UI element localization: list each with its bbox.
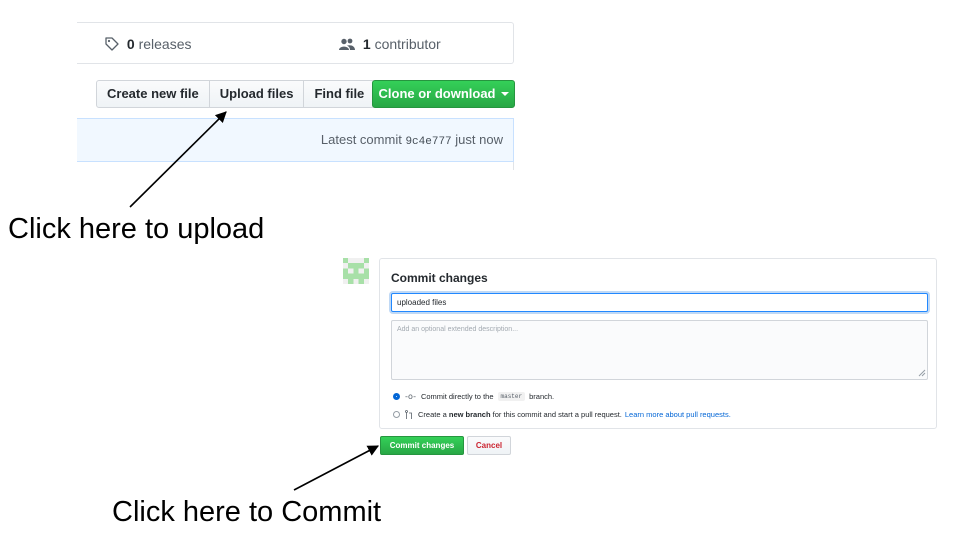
learn-more-link[interactable]: Learn more about pull requests. [625, 410, 731, 419]
contributors-link[interactable]: 1 contributor [339, 23, 441, 65]
releases-label: releases [138, 36, 192, 52]
upload-files-button[interactable]: Upload files [209, 80, 305, 108]
repo-stats-bar: 0 releases 1 contributor [77, 22, 514, 64]
new-branch-option[interactable]: Create a new branch for this commit and … [393, 408, 731, 420]
clone-or-download-label: Clone or download [378, 86, 496, 101]
people-icon [339, 38, 355, 50]
commit-instruction-caption: Click here to Commit [112, 496, 382, 528]
contributors-label: contributor [374, 36, 441, 52]
branch-name: master [497, 391, 526, 401]
commit-summary-input[interactable] [391, 293, 928, 312]
file-actions-group: Create new file Upload files Find file [96, 80, 376, 108]
commit-sha-link[interactable]: 9c4e777 [405, 136, 451, 148]
commit-direct-radio[interactable] [393, 392, 400, 400]
new-branch-radio[interactable] [393, 410, 400, 418]
file-list-edge [77, 162, 514, 170]
clone-or-download-button[interactable]: Clone or download [372, 80, 515, 108]
contributors-count: 1 [362, 36, 371, 52]
create-new-file-button[interactable]: Create new file [96, 80, 210, 108]
commit-changes-button[interactable]: Commit changes [380, 436, 464, 455]
commit-icon: -o- [405, 391, 416, 401]
latest-commit-prefix: Latest commit [320, 132, 402, 147]
tag-icon [105, 37, 119, 51]
releases-count: 0 [126, 36, 135, 52]
commit-arrow [293, 445, 379, 491]
releases-link[interactable]: 0 releases [105, 23, 192, 65]
new-branch-bold: new branch [448, 409, 491, 419]
latest-commit-time: just now [455, 132, 503, 147]
resize-grip-icon[interactable] [918, 369, 926, 377]
new-branch-prefix: Create a [418, 409, 447, 419]
avatar [343, 258, 369, 284]
commit-direct-option[interactable]: -o- Commit directly to the master branch… [393, 390, 554, 402]
commit-changes-form: Commit changes -o- Commit directly to th… [379, 258, 937, 429]
new-branch-suffix: for this commit and start a pull request… [492, 409, 622, 419]
pull-request-icon [405, 409, 412, 419]
latest-commit-bar: Latest commit 9c4e777 just now [77, 118, 514, 162]
upload-instruction-caption: Click here to upload [8, 213, 265, 245]
commit-direct-prefix: Commit directly to the [420, 391, 494, 401]
cancel-button[interactable]: Cancel [467, 436, 511, 455]
commit-description-textarea[interactable] [391, 320, 928, 380]
find-file-button[interactable]: Find file [304, 80, 376, 108]
commit-form-title: Commit changes [391, 271, 488, 285]
commit-direct-suffix: branch. [529, 391, 555, 401]
caret-down-icon [500, 92, 509, 96]
